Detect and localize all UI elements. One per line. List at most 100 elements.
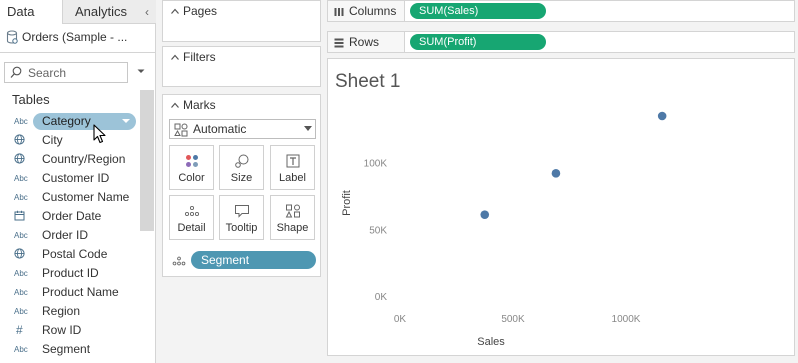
collapse-caret-icon bbox=[171, 102, 179, 108]
globe-icon bbox=[14, 131, 32, 150]
rows-label-text: Rows bbox=[349, 35, 380, 49]
marks-card-header[interactable]: Marks bbox=[171, 98, 216, 112]
field-product-name[interactable]: Abc Product Name bbox=[0, 283, 138, 302]
sum-profit-pill[interactable]: SUM(Profit) bbox=[410, 34, 546, 50]
columns-label-text: Columns bbox=[349, 4, 397, 18]
detail-icon bbox=[184, 205, 200, 217]
shape-icon bbox=[285, 204, 300, 218]
search-box[interactable] bbox=[4, 62, 128, 83]
y-tick-label: 0K bbox=[375, 292, 388, 303]
abc-icon: Abc bbox=[14, 288, 28, 297]
columns-icon bbox=[334, 8, 344, 16]
label-button[interactable]: Label bbox=[270, 145, 315, 190]
field-name: Customer ID bbox=[42, 171, 110, 185]
field-name: Country/Region bbox=[42, 152, 126, 166]
field-menu-caret-icon[interactable] bbox=[122, 119, 130, 123]
tooltip-button-label: Tooltip bbox=[225, 222, 258, 234]
field-segment[interactable]: Abc Segment bbox=[0, 340, 138, 359]
mouse-cursor-icon bbox=[93, 124, 106, 144]
abc-icon: Abc bbox=[14, 307, 28, 316]
field-name: City bbox=[42, 133, 63, 147]
field-name: Product ID bbox=[42, 266, 99, 280]
automatic-mark-icon bbox=[174, 123, 188, 137]
datasource-name[interactable]: Orders (Sample - ... bbox=[6, 27, 127, 47]
field-list-scrollbar[interactable] bbox=[140, 90, 154, 231]
pages-card-header[interactable]: Pages bbox=[171, 4, 217, 18]
tab-analytics[interactable]: Analytics bbox=[62, 0, 138, 24]
field-order-id[interactable]: Abc Order ID bbox=[0, 226, 138, 245]
worksheet-view[interactable]: Sheet 1 0K 50K 100K 0K 500K 1000K Sales Profit bbox=[327, 58, 795, 356]
tables-heading: Tables bbox=[12, 92, 50, 107]
field-category[interactable]: Abc Category bbox=[0, 112, 138, 131]
pages-card-title: Pages bbox=[183, 4, 218, 18]
field-row-id[interactable]: # Row ID bbox=[0, 321, 138, 340]
field-city[interactable]: City bbox=[0, 131, 138, 150]
detail-button[interactable]: Detail bbox=[169, 195, 214, 240]
rows-shelf[interactable]: Rows SUM(Profit) bbox=[327, 31, 795, 53]
pane-tabs: Data Analytics ‹ bbox=[0, 0, 156, 24]
field-name: Region bbox=[42, 304, 81, 318]
scatter-point[interactable] bbox=[480, 210, 490, 219]
field-region[interactable]: Abc Region bbox=[0, 302, 138, 321]
y-tick-label: 100K bbox=[364, 159, 388, 170]
detail-button-label: Detail bbox=[177, 222, 206, 234]
field-name: Category bbox=[42, 114, 91, 128]
columns-shelf[interactable]: Columns SUM(Sales) bbox=[327, 0, 795, 22]
tooltip-icon bbox=[235, 205, 249, 218]
y-axis-title: Profit bbox=[341, 190, 353, 216]
globe-icon bbox=[14, 245, 32, 264]
filters-card-title: Filters bbox=[183, 50, 216, 64]
hash-icon: # bbox=[16, 323, 23, 337]
search-icon bbox=[10, 66, 22, 78]
field-order-date[interactable]: Order Date bbox=[0, 207, 138, 226]
calendar-icon bbox=[14, 207, 32, 226]
collapse-pane-button[interactable]: ‹ bbox=[138, 0, 156, 24]
abc-icon: Abc bbox=[14, 174, 28, 183]
search-options-dropdown-icon[interactable] bbox=[136, 66, 146, 76]
mark-type-value: Automatic bbox=[193, 122, 247, 136]
field-name: Postal Code bbox=[42, 247, 108, 261]
color-icon bbox=[186, 155, 198, 167]
field-product-id[interactable]: Abc Product ID bbox=[0, 264, 138, 283]
database-icon bbox=[6, 30, 18, 44]
field-customer-id[interactable]: Abc Customer ID bbox=[0, 169, 138, 188]
rows-icon bbox=[334, 38, 344, 48]
collapse-caret-icon bbox=[171, 8, 179, 14]
color-button[interactable]: Color bbox=[169, 145, 214, 190]
marks-card-title: Marks bbox=[183, 98, 216, 112]
x-axis-title: Sales bbox=[477, 336, 505, 348]
tab-data[interactable]: Data bbox=[0, 0, 62, 24]
detail-field-row: Segment bbox=[163, 249, 322, 271]
marks-card: Marks Automatic Color Size Label Detail … bbox=[162, 94, 321, 277]
segment-detail-pill[interactable]: Segment bbox=[191, 251, 316, 269]
x-tick-label: 500K bbox=[501, 314, 525, 325]
field-postal-code[interactable]: Postal Code bbox=[0, 245, 138, 264]
field-name: Product Name bbox=[42, 285, 119, 299]
search-input[interactable] bbox=[28, 63, 126, 82]
shape-button[interactable]: Shape bbox=[270, 195, 315, 240]
field-country-region[interactable]: Country/Region bbox=[0, 150, 138, 169]
tooltip-button[interactable]: Tooltip bbox=[219, 195, 264, 240]
sum-sales-pill[interactable]: SUM(Sales) bbox=[410, 3, 546, 19]
filters-card-header[interactable]: Filters bbox=[171, 50, 216, 64]
abc-icon: Abc bbox=[14, 231, 28, 240]
size-button[interactable]: Size bbox=[219, 145, 264, 190]
color-button-label: Color bbox=[178, 172, 205, 184]
filters-card[interactable]: Filters bbox=[162, 46, 321, 87]
y-tick-label: 50K bbox=[369, 225, 387, 236]
pages-card[interactable]: Pages bbox=[162, 0, 321, 42]
field-name: Customer Name bbox=[42, 190, 130, 204]
field-customer-name[interactable]: Abc Customer Name bbox=[0, 188, 138, 207]
chevron-down-icon bbox=[304, 126, 312, 131]
mark-type-select[interactable]: Automatic bbox=[169, 119, 316, 139]
shape-button-label: Shape bbox=[276, 222, 309, 234]
scatter-point[interactable] bbox=[657, 111, 667, 121]
field-name: Segment bbox=[42, 342, 91, 356]
data-pane: Data Analytics ‹ Orders (Sample - ... Ta… bbox=[0, 0, 156, 363]
scatter-point[interactable] bbox=[551, 169, 561, 178]
detail-icon bbox=[172, 256, 186, 266]
label-icon bbox=[286, 154, 300, 168]
datasource-label: Orders (Sample - ... bbox=[22, 30, 128, 44]
field-name: Order ID bbox=[42, 228, 89, 242]
size-button-label: Size bbox=[230, 172, 253, 184]
